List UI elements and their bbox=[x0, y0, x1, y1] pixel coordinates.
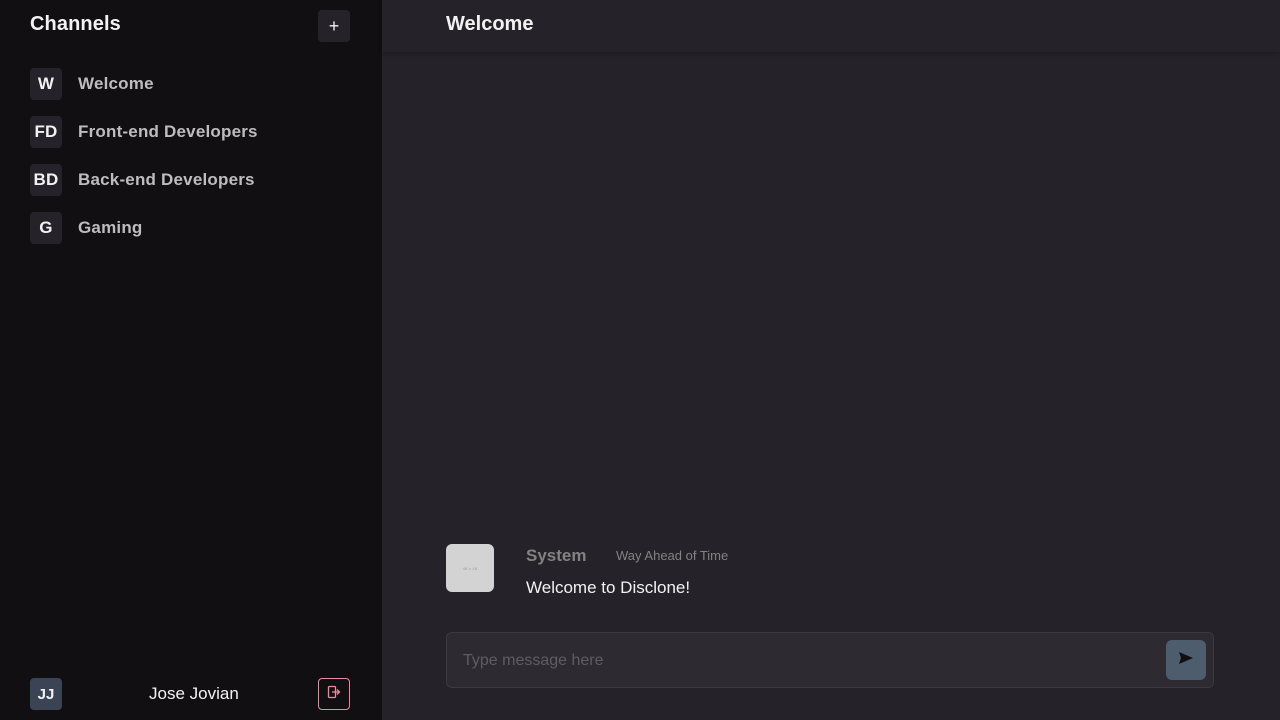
avatar-placeholder-label: 48 x 48 bbox=[462, 565, 478, 571]
sidebar-header: Channels + bbox=[0, 0, 382, 52]
send-icon bbox=[1178, 651, 1194, 670]
logout-button[interactable] bbox=[318, 678, 350, 710]
channel-item-welcome[interactable]: W Welcome bbox=[30, 68, 350, 100]
channel-item-back-end-developers[interactable]: BD Back-end Developers bbox=[30, 164, 350, 196]
channel-avatar: FD bbox=[30, 116, 62, 148]
channel-avatar: BD bbox=[30, 164, 62, 196]
channel-item-gaming[interactable]: G Gaming bbox=[30, 212, 350, 244]
message-avatar: 48 x 48 bbox=[446, 544, 494, 592]
sidebar: Channels + W Welcome FD Front-end Develo… bbox=[0, 0, 382, 720]
message-timestamp: Way Ahead of Time bbox=[616, 548, 729, 563]
channel-name: Gaming bbox=[78, 218, 143, 237]
user-avatar[interactable]: JJ bbox=[30, 678, 62, 710]
channel-item-front-end-developers[interactable]: FD Front-end Developers bbox=[30, 116, 350, 148]
channel-name: Back-end Developers bbox=[78, 170, 255, 189]
add-channel-button[interactable]: + bbox=[318, 10, 350, 42]
user-name: Jose Jovian bbox=[149, 684, 239, 703]
send-button[interactable] bbox=[1166, 640, 1206, 680]
user-bar: JJ Jose Jovian bbox=[30, 678, 350, 710]
channel-avatar: W bbox=[30, 68, 62, 100]
message-text: Welcome to Disclone! bbox=[526, 578, 691, 597]
channel-avatar: G bbox=[30, 212, 62, 244]
chat-area: Welcome 48 x 48 System Way Ahead of Time… bbox=[382, 0, 1280, 720]
channel-title: Welcome bbox=[446, 13, 534, 35]
message-composer bbox=[446, 632, 1214, 688]
channel-header: Welcome bbox=[382, 0, 1280, 52]
logout-icon bbox=[327, 685, 341, 704]
message-author: System bbox=[526, 546, 587, 565]
sidebar-title: Channels bbox=[30, 13, 121, 35]
message-item: 48 x 48 System Way Ahead of Time Welcome… bbox=[446, 544, 1214, 604]
channel-name: Welcome bbox=[78, 74, 154, 93]
message-input[interactable] bbox=[463, 649, 1153, 673]
channel-name: Front-end Developers bbox=[78, 122, 258, 141]
